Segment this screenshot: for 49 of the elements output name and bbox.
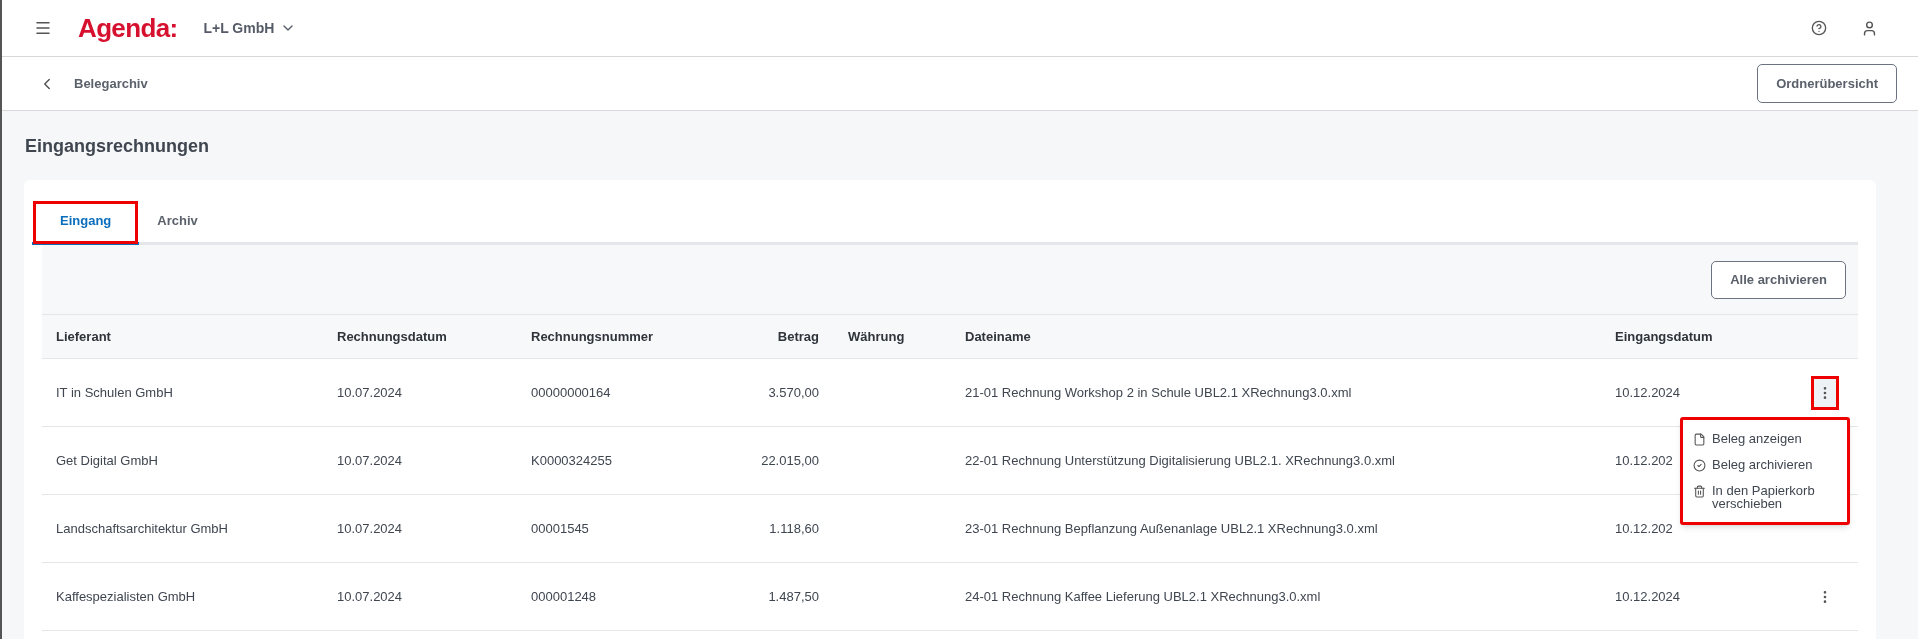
table-cell: 24-01 Rechnung Kaffee Lieferung UBL2.1 XRechnung3.0.xml xyxy=(965,588,1321,604)
table-cell: 000001248 xyxy=(531,588,597,604)
table-cell: 23-01 Rechnung Bepflanzung Außenanlage UBL2.1 XRechnung3.0.xml xyxy=(965,520,1378,536)
table-cell: 10.07.2024 xyxy=(337,588,403,604)
row-actions-button[interactable] xyxy=(1814,378,1836,407)
table-cell: 10.12.202 xyxy=(1615,452,1673,468)
table-cell: 10.07.2024 xyxy=(337,384,403,400)
menu-item[interactable]: In den Papierkorb verschieben xyxy=(1683,478,1847,516)
trash-icon xyxy=(1693,485,1706,498)
table-cell: 22-01 Rechnung Unterstützung Digitalisierung UBL2.1. XRechnung3.0.xml xyxy=(965,452,1395,468)
folder-overview-button[interactable]: Ordnerübersicht xyxy=(1757,64,1897,103)
brand-logo: Agenda: xyxy=(78,11,178,45)
menu-icon[interactable] xyxy=(34,19,52,37)
file-icon xyxy=(1693,433,1706,446)
table-cell: 10.12.2024 xyxy=(1615,384,1681,400)
tab[interactable]: Eingang xyxy=(32,200,140,245)
table-cell: 10.12.2024 xyxy=(1615,588,1681,604)
table-cell: 1.118,60 xyxy=(769,520,819,536)
page-title: Eingangsrechnungen xyxy=(25,135,211,158)
company-selector[interactable]: L+L GmbH xyxy=(203,17,297,39)
column-header: Rechnungsnummer xyxy=(531,328,654,344)
table-cell: 22.015,00 xyxy=(761,452,819,468)
table-cell: Landschaftsarchitektur GmbH xyxy=(56,520,228,536)
table-cell: K0000324255 xyxy=(531,452,612,468)
check-icon xyxy=(1693,459,1706,472)
menu-item[interactable]: Beleg anzeigen xyxy=(1683,426,1847,452)
table-cell: 00001545 xyxy=(531,520,589,536)
table-cell: IT in Schulen GmbH xyxy=(56,384,173,400)
table-cell: 10.07.2024 xyxy=(337,452,403,468)
page-breadcrumb: Belegarchiv xyxy=(74,74,148,93)
column-header: Betrag xyxy=(777,328,819,344)
table-cell: 21-01 Rechnung Workshop 2 in Schule UBL2.1 XRechnung3.0.xml xyxy=(965,384,1352,400)
table-cell: Get Digital GmbH xyxy=(56,452,158,468)
table-cell: Kaffespezialisten GmbH xyxy=(56,588,196,604)
column-header: Rechnungsdatum xyxy=(337,328,447,344)
table-cell: 00000000164 xyxy=(531,384,611,400)
archive-all-button[interactable]: Alle archivieren xyxy=(1711,260,1846,299)
help-icon[interactable] xyxy=(1811,20,1827,36)
column-header: Währung xyxy=(848,328,905,344)
column-header: Lieferant xyxy=(56,328,111,344)
column-header: Dateiname xyxy=(965,328,1031,344)
table-cell: 10.12.202 xyxy=(1615,520,1673,536)
menu-item[interactable]: Beleg archivieren xyxy=(1683,452,1847,478)
column-header: Eingangsdatum xyxy=(1615,328,1713,344)
tab[interactable]: Archiv xyxy=(139,200,216,245)
table-cell: 1.487,50 xyxy=(768,588,819,604)
table-cell: 3.570,00 xyxy=(768,384,819,400)
user-icon[interactable] xyxy=(1861,19,1878,37)
table-cell: 10.07.2024 xyxy=(337,520,403,536)
